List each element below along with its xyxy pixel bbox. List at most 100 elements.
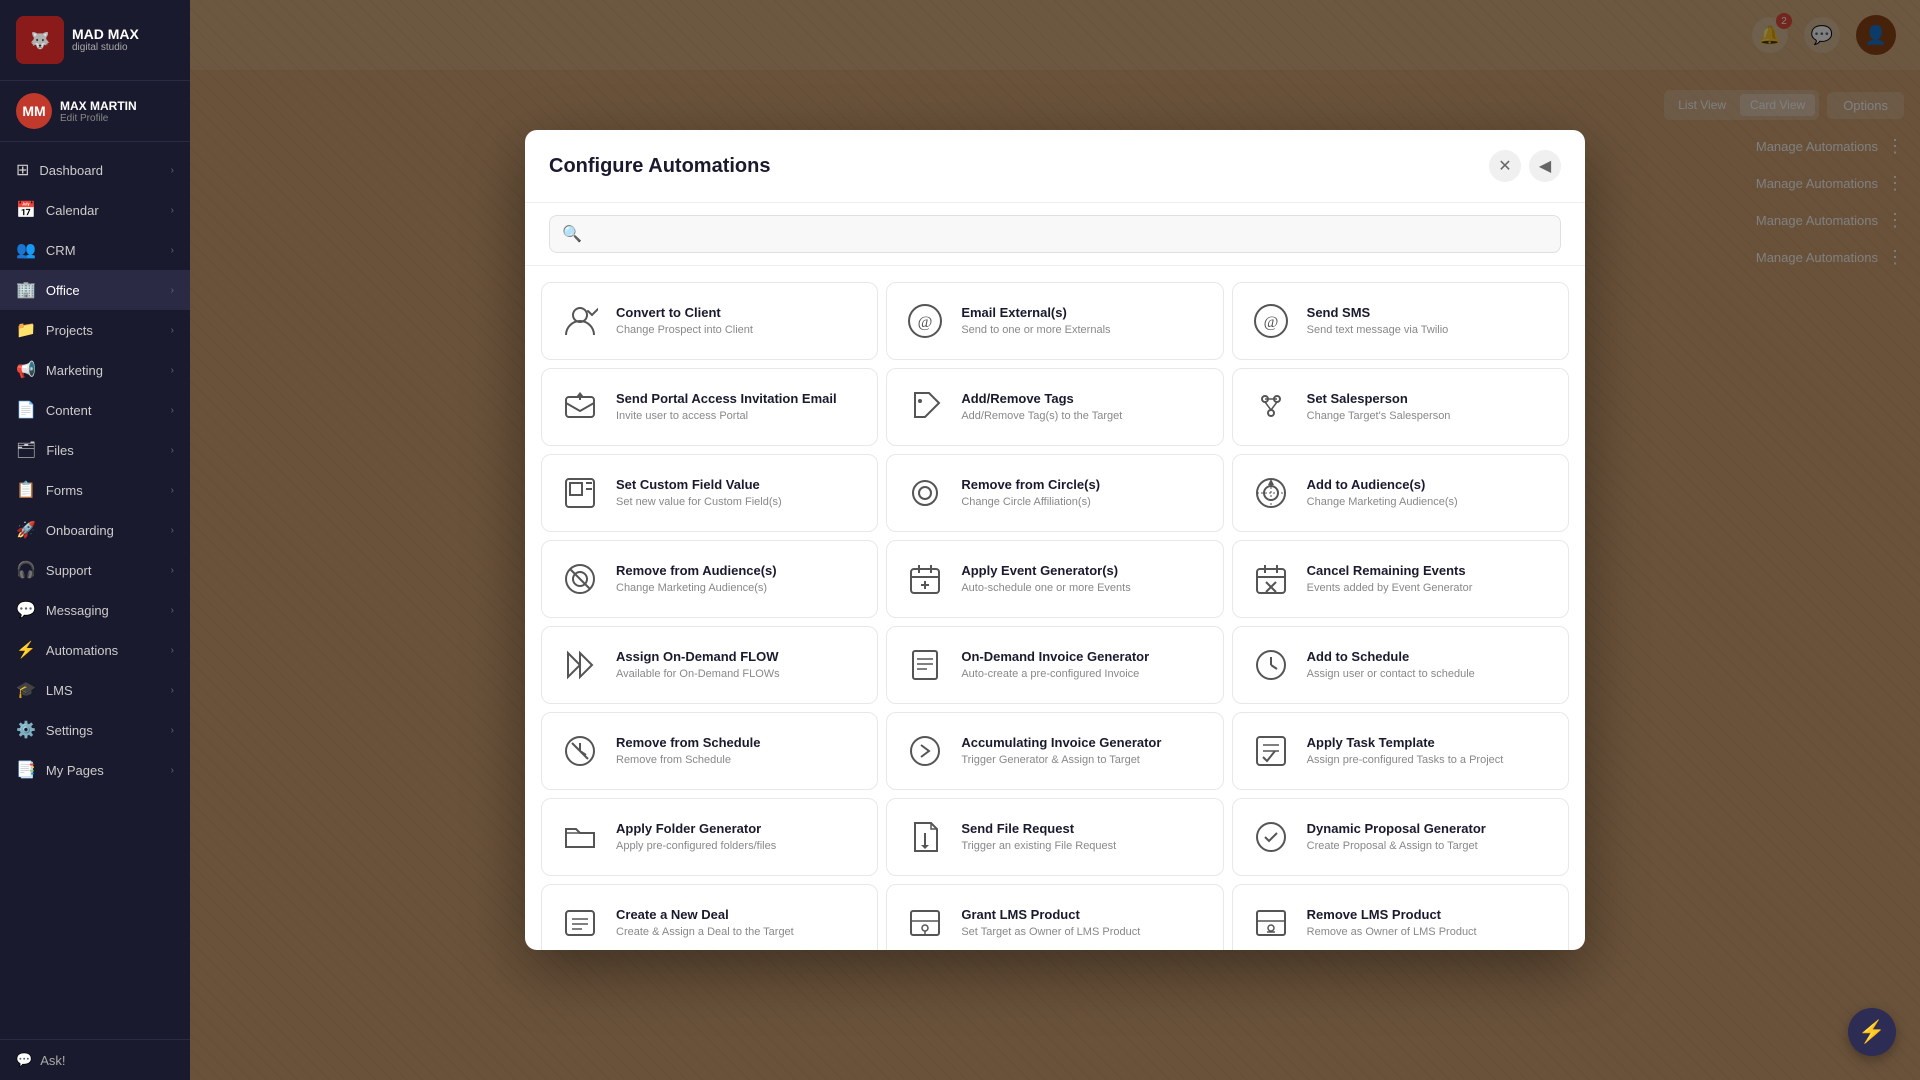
automation-card-set-custom-field[interactable]: Set Custom Field Value Set new value for… bbox=[541, 454, 878, 532]
automation-icon-add-to-audiences bbox=[1249, 471, 1293, 515]
automation-title-convert-to-client: Convert to Client bbox=[616, 305, 753, 320]
automation-card-add-remove-tags[interactable]: Add/Remove Tags Add/Remove Tag(s) to the… bbox=[886, 368, 1223, 446]
automation-card-on-demand-invoice-generator[interactable]: On-Demand Invoice Generator Auto-create … bbox=[886, 626, 1223, 704]
automation-card-remove-lms-product[interactable]: Remove LMS Product Remove as Owner of LM… bbox=[1232, 884, 1569, 950]
automation-card-send-file-request[interactable]: Send File Request Trigger an existing Fi… bbox=[886, 798, 1223, 876]
chevron-icon: › bbox=[171, 205, 174, 216]
app-name: MAD MAX bbox=[72, 26, 139, 43]
sidebar-item-office[interactable]: 🏢 Office › bbox=[0, 270, 190, 310]
sidebar-label-forms: Forms bbox=[46, 483, 83, 498]
automation-card-remove-from-audiences[interactable]: Remove from Audience(s) Change Marketing… bbox=[541, 540, 878, 618]
forms-icon: 📋 bbox=[16, 480, 36, 500]
automation-card-apply-task-template[interactable]: Apply Task Template Assign pre-configure… bbox=[1232, 712, 1569, 790]
sidebar-label-support: Support bbox=[46, 563, 92, 578]
automation-card-send-sms[interactable]: @ Send SMS Send text message via Twilio bbox=[1232, 282, 1569, 360]
sidebar-label-marketing: Marketing bbox=[46, 363, 103, 378]
sidebar-item-dashboard[interactable]: ⊞ Dashboard › bbox=[0, 150, 190, 190]
automation-icon-add-remove-tags bbox=[903, 385, 947, 429]
avatar: MM bbox=[16, 93, 52, 129]
modal-header: Configure Automations ✕ ◀ bbox=[525, 130, 1585, 203]
automation-card-set-salesperson[interactable]: Set Salesperson Change Target's Salesper… bbox=[1232, 368, 1569, 446]
projects-icon: 📁 bbox=[16, 320, 36, 340]
sidebar-item-files[interactable]: 🗂 Files › bbox=[0, 430, 190, 470]
automation-desc-send-file-request: Trigger an existing File Request bbox=[961, 839, 1116, 853]
automation-icon-add-to-schedule bbox=[1249, 643, 1293, 687]
sidebar-item-settings[interactable]: ⚙️ Settings › bbox=[0, 710, 190, 750]
automation-icon-cancel-remaining-events bbox=[1249, 557, 1293, 601]
chevron-icon: › bbox=[171, 605, 174, 616]
dashboard-icon: ⊞ bbox=[16, 160, 29, 180]
modal-close-button[interactable]: ✕ bbox=[1489, 150, 1521, 182]
automation-card-apply-folder-generator[interactable]: Apply Folder Generator Apply pre-configu… bbox=[541, 798, 878, 876]
automation-title-dynamic-proposal-generator: Dynamic Proposal Generator bbox=[1307, 821, 1486, 836]
sidebar-item-my-pages[interactable]: 📑 My Pages › bbox=[0, 750, 190, 790]
automation-card-create-new-deal[interactable]: Create a New Deal Create & Assign a Deal… bbox=[541, 884, 878, 950]
sidebar-label-automations: Automations bbox=[46, 643, 118, 658]
automation-title-add-remove-tags: Add/Remove Tags bbox=[961, 391, 1122, 406]
automation-desc-set-salesperson: Change Target's Salesperson bbox=[1307, 409, 1451, 423]
svg-text:🐺: 🐺 bbox=[30, 31, 50, 50]
edit-profile-link[interactable]: Edit Profile bbox=[60, 113, 137, 124]
automation-card-add-to-schedule[interactable]: Add to Schedule Assign user or contact t… bbox=[1232, 626, 1569, 704]
automation-card-dynamic-proposal-generator[interactable]: Dynamic Proposal Generator Create Propos… bbox=[1232, 798, 1569, 876]
ask-button[interactable]: 💬 Ask! bbox=[16, 1052, 174, 1068]
files-icon: 🗂 bbox=[16, 440, 36, 460]
chevron-icon: › bbox=[171, 445, 174, 456]
sidebar-item-messaging[interactable]: 💬 Messaging › bbox=[0, 590, 190, 630]
sidebar-item-calendar[interactable]: 📅 Calendar › bbox=[0, 190, 190, 230]
automation-desc-apply-task-template: Assign pre-configured Tasks to a Project bbox=[1307, 753, 1504, 767]
my-pages-icon: 📑 bbox=[16, 760, 36, 780]
automation-icon-set-salesperson bbox=[1249, 385, 1293, 429]
automation-icon-send-file-request bbox=[903, 815, 947, 859]
chevron-icon: › bbox=[171, 645, 174, 656]
sidebar-item-support[interactable]: 🎧 Support › bbox=[0, 550, 190, 590]
automation-card-email-externals[interactable]: @ Email External(s) Send to one or more … bbox=[886, 282, 1223, 360]
messaging-icon: 💬 bbox=[16, 600, 36, 620]
automation-card-apply-event-generator[interactable]: Apply Event Generator(s) Auto-schedule o… bbox=[886, 540, 1223, 618]
automation-card-remove-from-circles[interactable]: Remove from Circle(s) Change Circle Affi… bbox=[886, 454, 1223, 532]
chevron-icon: › bbox=[171, 685, 174, 696]
automation-card-assign-on-demand-flow[interactable]: Assign On-Demand FLOW Available for On-D… bbox=[541, 626, 878, 704]
sidebar-label-office: Office bbox=[46, 283, 80, 298]
automation-title-apply-event-generator: Apply Event Generator(s) bbox=[961, 563, 1130, 578]
automation-title-apply-task-template: Apply Task Template bbox=[1307, 735, 1504, 750]
automation-card-send-portal-access[interactable]: Send Portal Access Invitation Email Invi… bbox=[541, 368, 878, 446]
sidebar-item-lms[interactable]: 🎓 LMS › bbox=[0, 670, 190, 710]
automation-card-convert-to-client[interactable]: Convert to Client Change Prospect into C… bbox=[541, 282, 878, 360]
chevron-icon: › bbox=[171, 725, 174, 736]
automation-card-add-to-audiences[interactable]: Add to Audience(s) Change Marketing Audi… bbox=[1232, 454, 1569, 532]
sidebar-item-crm[interactable]: 👥 CRM › bbox=[0, 230, 190, 270]
logo-area: 🐺 MAD MAX digital studio bbox=[0, 0, 190, 81]
automation-desc-add-remove-tags: Add/Remove Tag(s) to the Target bbox=[961, 409, 1122, 423]
sidebar-item-content[interactable]: 📄 Content › bbox=[0, 390, 190, 430]
ask-label: Ask! bbox=[40, 1053, 65, 1068]
chevron-icon: › bbox=[171, 765, 174, 776]
sidebar-label-projects: Projects bbox=[46, 323, 93, 338]
modal-back-button[interactable]: ◀ bbox=[1529, 150, 1561, 182]
automation-title-add-to-schedule: Add to Schedule bbox=[1307, 649, 1475, 664]
search-input[interactable] bbox=[590, 226, 1548, 242]
lightning-button[interactable]: ⚡ bbox=[1848, 1008, 1896, 1056]
automation-desc-remove-from-audiences: Change Marketing Audience(s) bbox=[616, 581, 777, 595]
settings-icon: ⚙️ bbox=[16, 720, 36, 740]
search-icon: 🔍 bbox=[562, 224, 582, 244]
sidebar-label-lms: LMS bbox=[46, 683, 73, 698]
automation-desc-convert-to-client: Change Prospect into Client bbox=[616, 323, 753, 337]
automation-title-on-demand-invoice-generator: On-Demand Invoice Generator bbox=[961, 649, 1149, 664]
automation-card-accumulating-invoice-generator[interactable]: Accumulating Invoice Generator Trigger G… bbox=[886, 712, 1223, 790]
automation-card-cancel-remaining-events[interactable]: Cancel Remaining Events Events added by … bbox=[1232, 540, 1569, 618]
automation-icon-apply-task-template bbox=[1249, 729, 1293, 773]
sidebar-item-automations[interactable]: ⚡ Automations › bbox=[0, 630, 190, 670]
sidebar-item-forms[interactable]: 📋 Forms › bbox=[0, 470, 190, 510]
sidebar-item-marketing[interactable]: 📢 Marketing › bbox=[0, 350, 190, 390]
sidebar-label-content: Content bbox=[46, 403, 92, 418]
sidebar-item-projects[interactable]: 📁 Projects › bbox=[0, 310, 190, 350]
automations-grid: Convert to Client Change Prospect into C… bbox=[525, 266, 1585, 950]
sidebar-item-onboarding[interactable]: 🚀 Onboarding › bbox=[0, 510, 190, 550]
user-profile-area[interactable]: MM MAX MARTIN Edit Profile bbox=[0, 81, 190, 142]
automation-title-send-portal-access: Send Portal Access Invitation Email bbox=[616, 391, 837, 406]
automation-desc-remove-lms-product: Remove as Owner of LMS Product bbox=[1307, 925, 1477, 939]
automation-desc-dynamic-proposal-generator: Create Proposal & Assign to Target bbox=[1307, 839, 1486, 853]
automation-card-grant-lms-product[interactable]: Grant LMS Product Set Target as Owner of… bbox=[886, 884, 1223, 950]
automation-card-remove-from-schedule[interactable]: Remove from Schedule Remove from Schedul… bbox=[541, 712, 878, 790]
